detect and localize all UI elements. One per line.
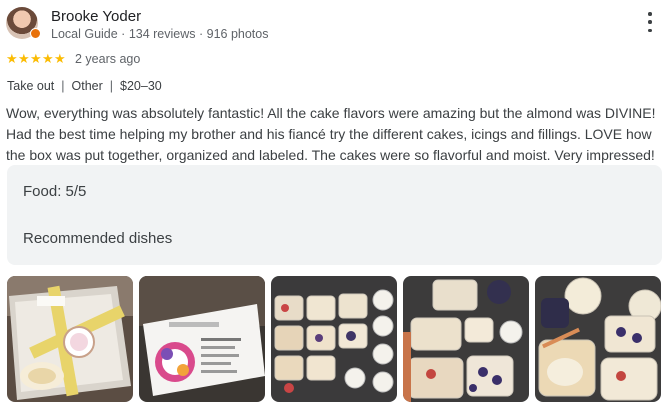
separator: |: [61, 79, 65, 93]
review-details-panel: Food: 5/5 Recommended dishes: [7, 165, 662, 265]
more-options-icon[interactable]: [644, 10, 656, 34]
photo-cake-sample-cups[interactable]: [271, 276, 397, 402]
chip-service-type: Take out: [7, 79, 55, 93]
separator: |: [109, 79, 114, 93]
food-rating: Food: 5/5: [23, 183, 87, 200]
chip-meal-type: Other: [71, 79, 103, 93]
photo-cake-box-ribbon[interactable]: [7, 276, 133, 402]
photo-cake-cups-closeup[interactable]: [535, 276, 661, 402]
star-icon: ★: [54, 51, 66, 66]
reviewer-meta: Local Guide · 134 reviews · 916 photos: [51, 27, 269, 41]
reviewer-name[interactable]: Brooke Yoder: [51, 8, 141, 25]
star-icon: ★: [42, 51, 54, 66]
star-rating: ★ ★ ★ ★ ★: [6, 52, 66, 66]
service-chips: Take out | Other | $20–30: [7, 79, 162, 93]
star-icon: ★: [18, 51, 30, 66]
review-text: Wow, everything was absolutely fantastic…: [6, 105, 656, 163]
photo-labeled-cake-cups[interactable]: [403, 276, 529, 402]
recommended-dishes: Recommended dishes: [23, 230, 173, 247]
star-icon: ★: [6, 51, 18, 66]
star-icon: ★: [30, 51, 42, 66]
photo-strip: [7, 276, 661, 402]
chip-price: $20–30: [120, 79, 162, 93]
photo-business-card[interactable]: [139, 276, 265, 402]
review-time: 2 years ago: [75, 52, 141, 66]
local-guide-badge-icon: [30, 28, 41, 39]
